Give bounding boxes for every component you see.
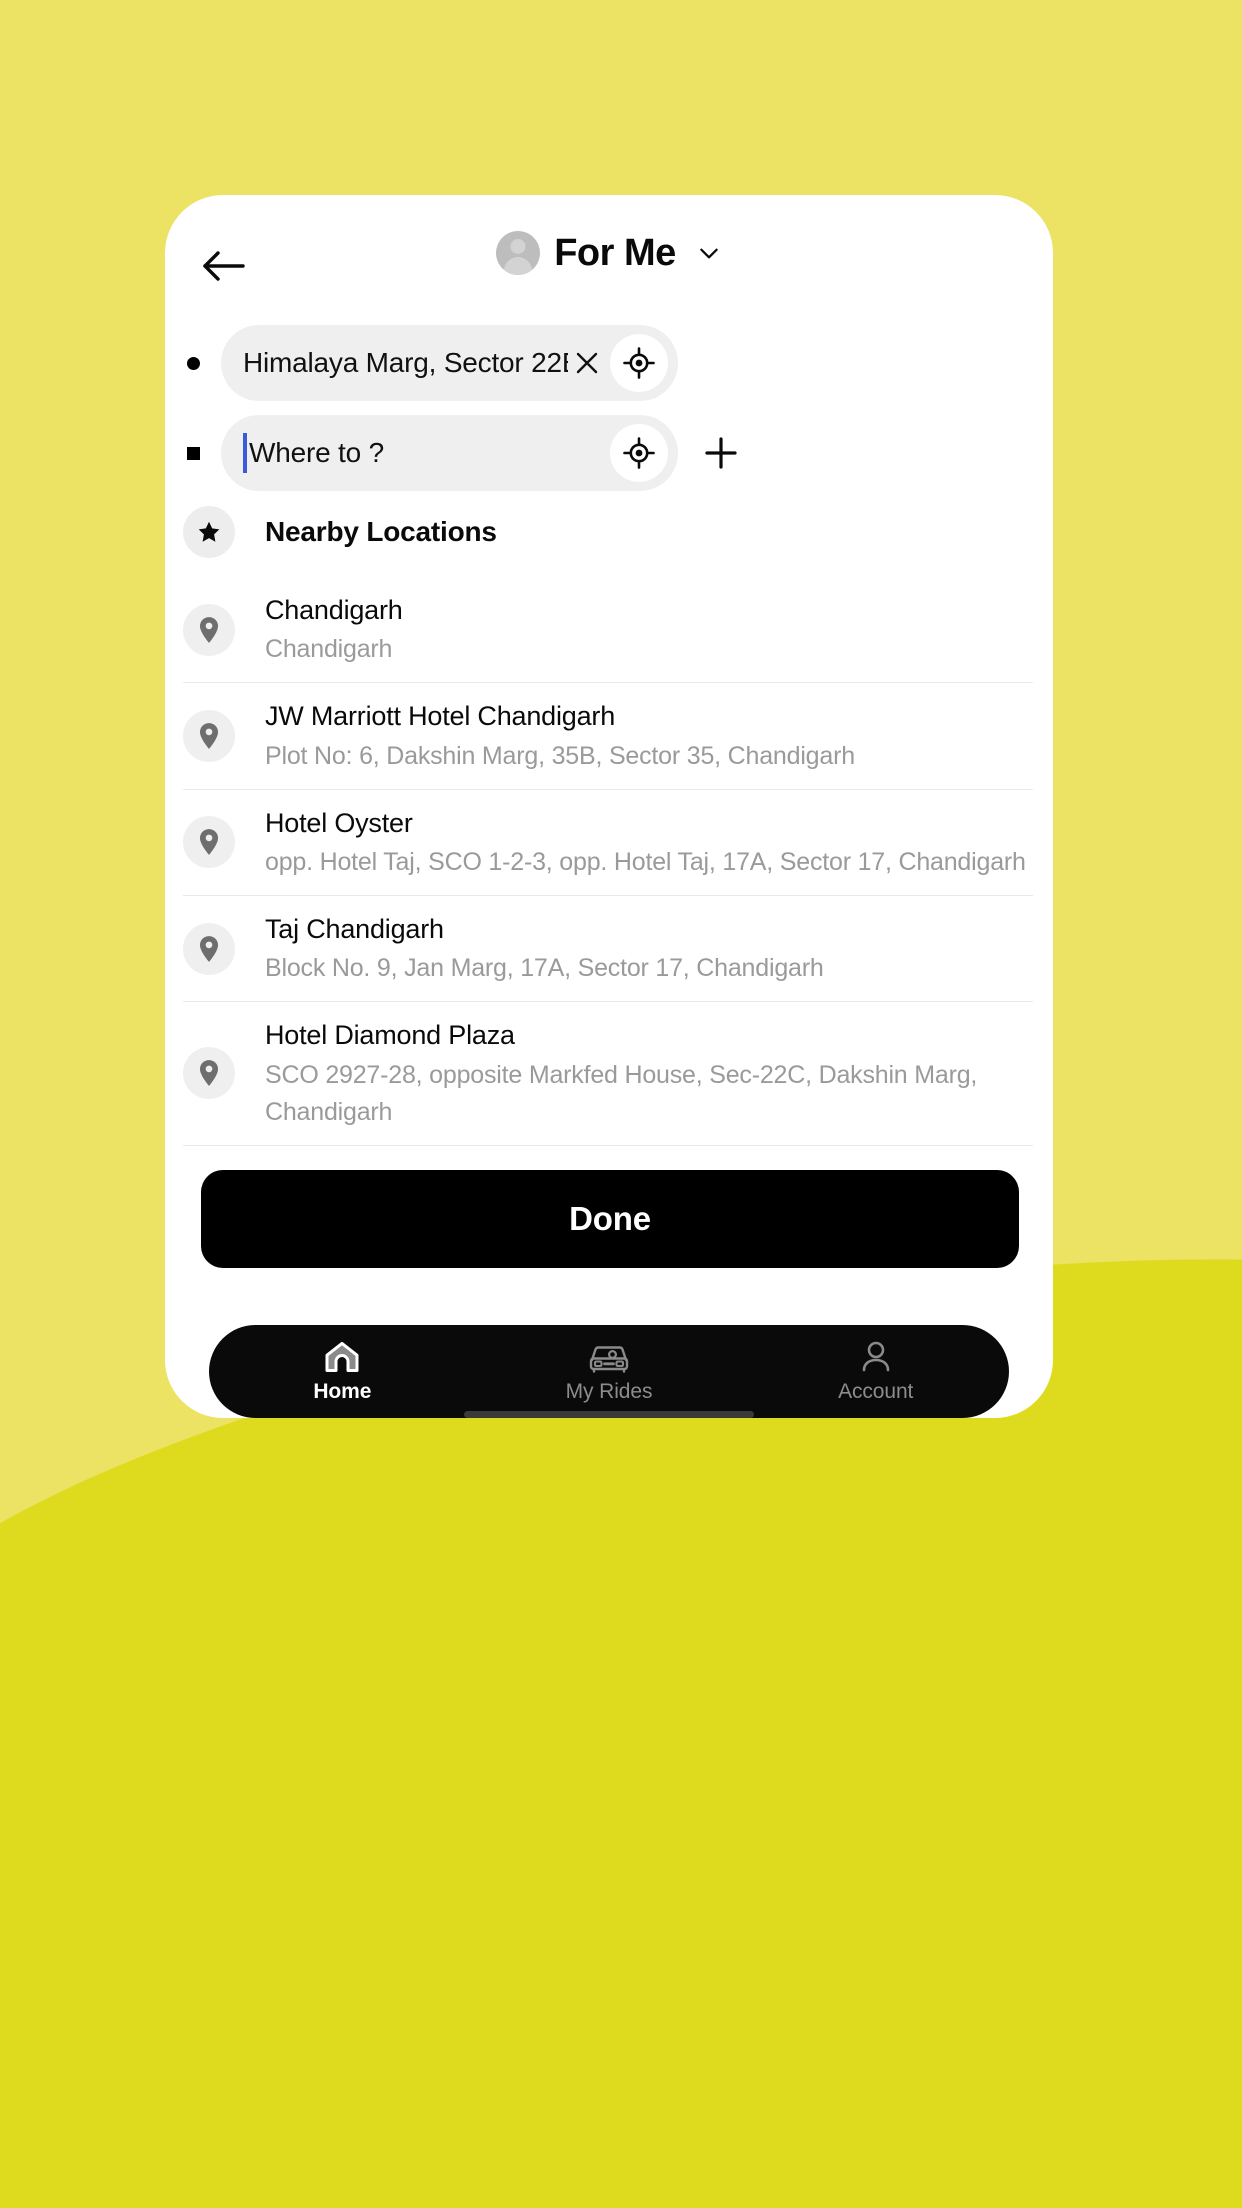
map-pin-icon — [183, 709, 235, 762]
pickup-marker-icon — [165, 356, 221, 370]
nav-item-home[interactable]: Home — [209, 1325, 476, 1418]
destination-current-location-button[interactable] — [610, 424, 668, 482]
plus-icon — [705, 437, 737, 469]
nav-item-account-label: Account — [838, 1379, 914, 1403]
pickup-current-location-button[interactable] — [610, 334, 668, 392]
profile-selector[interactable]: For Me — [165, 231, 1053, 275]
pickup-input[interactable]: Himalaya Marg, Sector 22B, Sector — [221, 325, 678, 401]
text-cursor — [243, 433, 247, 473]
location-address: Block No. 9, Jan Marg, 17A, Sector 17, C… — [265, 954, 824, 983]
map-pin-icon — [183, 922, 235, 975]
user-avatar-icon — [496, 231, 541, 275]
nav-item-my-rides[interactable]: My Rides — [476, 1325, 743, 1418]
person-icon — [859, 1340, 893, 1374]
location-name: Taj Chandigarh — [265, 913, 444, 944]
current-location-icon — [623, 347, 655, 379]
home-icon — [323, 1340, 361, 1374]
location-name: Chandigarh — [265, 595, 403, 625]
car-icon — [587, 1340, 631, 1374]
map-pin-icon — [183, 1047, 235, 1100]
current-location-icon — [623, 437, 655, 469]
list-item-text: Hotel Diamond Plaza SCO 2927-28, opposit… — [265, 1002, 1033, 1144]
trip-inputs: Himalaya Marg, Sector 22B, Sector — [165, 325, 1053, 505]
destination-input-placeholder: Where to ? — [249, 437, 384, 468]
location-name: Hotel Diamond Plaza — [265, 1020, 515, 1051]
list-item[interactable]: JW Marriott Hotel Chandigarh Plot No: 6,… — [165, 683, 1053, 788]
location-address: Plot No: 6, Dakshin Marg, 35B, Sector 35… — [265, 741, 855, 770]
destination-marker-icon — [165, 446, 221, 460]
chevron-down-icon[interactable] — [696, 240, 722, 266]
list-item[interactable]: Hotel Oyster opp. Hotel Taj, SCO 1-2-3, … — [165, 790, 1053, 895]
nearby-locations-title: Nearby Locations — [265, 516, 497, 547]
map-pin-icon — [183, 603, 235, 656]
location-address: opp. Hotel Taj, SCO 1-2-3, opp. Hotel Ta… — [265, 847, 1026, 876]
nearby-locations-list: Chandigarh Chandigarh JW Marriott Hotel … — [165, 577, 1053, 1146]
pickup-input-value: Himalaya Marg, Sector 22B, Sector — [243, 347, 568, 378]
location-name: Hotel Oyster — [265, 807, 413, 838]
nav-item-my-rides-label: My Rides — [565, 1379, 653, 1403]
done-button-label: Done — [569, 1200, 651, 1237]
destination-row: Where to ? — [165, 415, 1053, 491]
location-address: SCO 2927-28, opposite Markfed House, Sec… — [265, 1060, 978, 1126]
list-item-text: Taj Chandigarh Block No. 9, Jan Marg, 17… — [265, 896, 1033, 1001]
app-header: For Me — [165, 195, 1053, 335]
pickup-row: Himalaya Marg, Sector 22B, Sector — [165, 325, 1053, 401]
list-item[interactable]: Chandigarh Chandigarh — [165, 577, 1053, 682]
location-address: Chandigarh — [265, 635, 393, 664]
bottom-navigation-bar: Home My Rides Account — [209, 1325, 1009, 1418]
list-item[interactable]: Hotel Diamond Plaza SCO 2927-28, opposit… — [165, 1002, 1053, 1144]
list-divider — [183, 1144, 1033, 1146]
close-icon — [576, 352, 598, 374]
destination-input[interactable]: Where to ? — [221, 415, 678, 491]
list-item[interactable]: Taj Chandigarh Block No. 9, Jan Marg, 17… — [165, 896, 1053, 1001]
list-item-text: Chandigarh Chandigarh — [265, 577, 1033, 682]
nav-item-account[interactable]: Account — [742, 1325, 1009, 1418]
home-gesture-bar — [464, 1411, 754, 1418]
page-title: For Me — [554, 231, 676, 274]
list-item-text: Hotel Oyster opp. Hotel Taj, SCO 1-2-3, … — [265, 790, 1033, 895]
list-item-text: JW Marriott Hotel Chandigarh Plot No: 6,… — [265, 683, 1033, 788]
clear-pickup-button[interactable] — [568, 344, 606, 382]
add-stop-button[interactable] — [690, 422, 752, 484]
nearby-locations-header: Nearby Locations — [165, 493, 1053, 571]
location-name: JW Marriott Hotel Chandigarh — [265, 701, 616, 732]
done-button[interactable]: Done — [201, 1170, 1019, 1268]
star-icon — [183, 506, 235, 558]
phone-screen-card: For Me Himalaya Marg, Sector 22B, Sector — [165, 195, 1053, 1418]
map-pin-icon — [183, 816, 235, 869]
nav-item-home-label: Home — [313, 1379, 372, 1403]
